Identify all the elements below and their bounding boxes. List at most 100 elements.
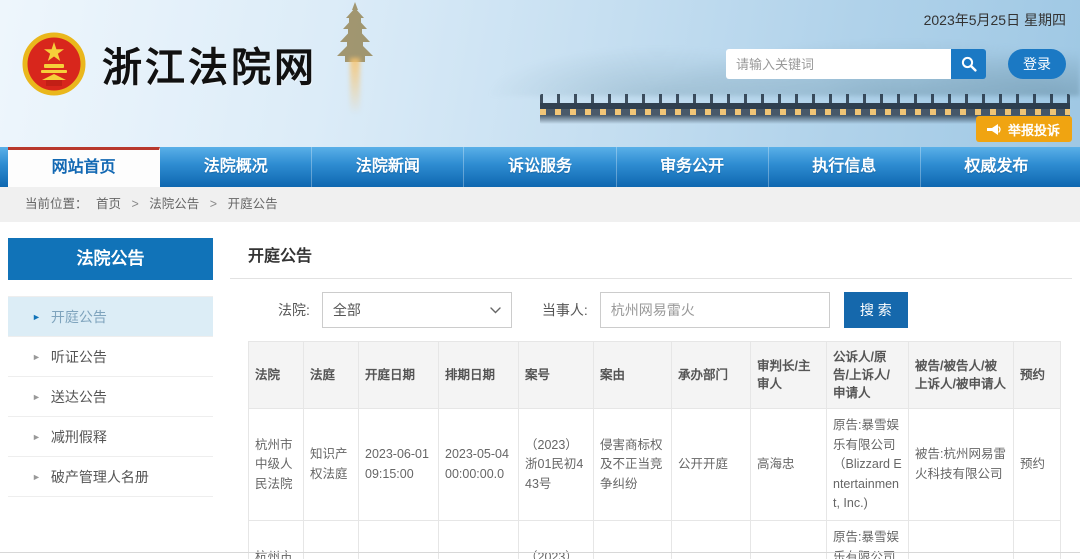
cell-department: 公开开庭	[672, 409, 751, 521]
page-title: 开庭公告	[248, 242, 1072, 266]
sidebar: 法院公告 ► 开庭公告 ► 听证公告 ► 送达公告 ► 减刑假释	[8, 238, 213, 497]
reservation-link[interactable]: 预约	[1014, 409, 1061, 521]
breadcrumb-label: 当前位置：	[25, 197, 88, 211]
court-filter-label: 法院:	[278, 300, 310, 320]
site-header: 浙江法院网 2023年5月25日 星期四 登录 举报投诉	[0, 0, 1080, 147]
th-reservation: 预约	[1014, 342, 1061, 409]
nav-tab-enforcement-info[interactable]: 执行信息	[769, 147, 921, 187]
cell-tribunal: 知识产权法庭	[304, 409, 359, 521]
breadcrumb-hearing-announcements[interactable]: 开庭公告	[228, 197, 278, 211]
header-date: 2023年5月25日 星期四	[924, 10, 1066, 30]
hearing-announcements-table: 法院 法庭 开庭日期 排期日期 案号 案由 承办部门 审判长/主审人 公诉人/原…	[248, 341, 1061, 559]
site-logo[interactable]: 浙江法院网	[22, 32, 317, 96]
sidebar-item-service-announcements[interactable]: ► 送达公告	[8, 377, 213, 417]
nav-tab-judicial-openness[interactable]: 审务公开	[617, 147, 769, 187]
th-hearing-date: 开庭日期	[359, 342, 439, 409]
header-search-area: 登录	[726, 49, 1066, 79]
cell-plaintiff: 原告:暴雪娱乐有限公司（Blizzard Entertainment, Inc.…	[827, 409, 909, 521]
report-complaint-label: 举报投诉	[1008, 120, 1060, 139]
court-select-value: 全部	[333, 300, 361, 320]
chevron-down-icon	[490, 307, 501, 314]
cell-schedule-date: 2023-05-04 00:00:00.0	[439, 521, 519, 559]
th-tribunal: 法庭	[304, 342, 359, 409]
breadcrumb-separator: >	[132, 197, 139, 211]
cell-hearing-date: 2023-06-01 14:30:00	[359, 521, 439, 559]
sidebar-item-commutation-parole[interactable]: ► 减刑假释	[8, 417, 213, 457]
cell-plaintiff: 原告:暴雪娱乐有限公司（Blizzard Entertainment, Inc.…	[827, 521, 909, 559]
page: 浙江法院网 2023年5月25日 星期四 登录 举报投诉 网站首页 法院	[0, 0, 1080, 559]
nav-tab-label: 法院新闻	[356, 158, 420, 175]
cell-cause: 著作权侵权纠纷	[594, 521, 672, 559]
site-title: 浙江法院网	[102, 35, 317, 93]
sidebar-item-label: 送达公告	[51, 387, 107, 407]
cell-tribunal: 知识产权法庭	[304, 521, 359, 559]
triangle-right-icon: ►	[32, 432, 41, 442]
pagoda-silhouette	[334, 2, 376, 62]
th-case-number: 案号	[519, 342, 594, 409]
breadcrumb-home[interactable]: 首页	[96, 197, 121, 211]
party-filter-label: 当事人:	[542, 300, 588, 320]
nav-tab-label: 网站首页	[52, 159, 116, 176]
sidebar-item-label: 开庭公告	[51, 307, 107, 327]
cell-defendant: 被告:杭州网易雷火科技有限公司	[909, 409, 1014, 521]
triangle-right-icon: ►	[32, 392, 41, 402]
breadcrumb: 当前位置： 首页 > 法院公告 > 开庭公告	[0, 187, 1080, 222]
filter-bar: 法院: 全部 当事人: 搜 索	[230, 278, 1072, 341]
nav-tab-court-news[interactable]: 法院新闻	[312, 147, 464, 187]
search-button[interactable]: 搜 索	[844, 292, 908, 328]
th-department: 承办部门	[672, 342, 751, 409]
court-select[interactable]: 全部	[322, 292, 512, 328]
login-button[interactable]: 登录	[1008, 49, 1066, 79]
nav-tab-label: 法院概况	[204, 158, 268, 175]
th-schedule-date: 排期日期	[439, 342, 519, 409]
report-complaint-button[interactable]: 举报投诉	[976, 116, 1072, 142]
sidebar-title: 法院公告	[8, 238, 213, 280]
nav-tab-label: 权威发布	[964, 158, 1028, 175]
table-row: 杭州市中级人民法院 知识产权法庭 2023-06-01 09:15:00 202…	[249, 409, 1061, 521]
cell-case-number: （2023）浙01民初444号	[519, 521, 594, 559]
cell-court: 杭州市中级人民法院	[249, 409, 304, 521]
header-search-button[interactable]	[951, 49, 986, 79]
table-row: 杭州市中级人民法院 知识产权法庭 2023-06-01 14:30:00 202…	[249, 521, 1061, 559]
main-panel: 开庭公告 法院: 全部 当事人: 搜 索	[230, 232, 1072, 559]
national-emblem-icon	[22, 32, 86, 96]
header-search-input[interactable]	[726, 49, 951, 79]
th-plaintiff: 公诉人/原告/上诉人/申请人	[827, 342, 909, 409]
triangle-right-icon: ►	[32, 472, 41, 482]
cell-hearing-date: 2023-06-01 09:15:00	[359, 409, 439, 521]
sidebar-item-label: 破产管理人名册	[51, 467, 149, 487]
sidebar-item-hearing-announcements[interactable]: ► 开庭公告	[8, 297, 213, 337]
th-presiding-judge: 审判长/主审人	[751, 342, 827, 409]
nav-tab-label: 诉讼服务	[508, 158, 572, 175]
sidebar-item-bankruptcy-administrator-roster[interactable]: ► 破产管理人名册	[8, 457, 213, 497]
party-input[interactable]	[600, 292, 830, 328]
search-icon	[961, 56, 977, 72]
nav-tab-litigation-services[interactable]: 诉讼服务	[464, 147, 616, 187]
sidebar-item-label: 减刑假释	[51, 427, 107, 447]
nav-tab-court-overview[interactable]: 法院概况	[160, 147, 312, 187]
cell-defendant: 被告:杭州网易雷火科技有限公司	[909, 521, 1014, 559]
th-court: 法院	[249, 342, 304, 409]
breadcrumb-separator: >	[210, 197, 217, 211]
cell-court: 杭州市中级人民法院	[249, 521, 304, 559]
content-area: 法院公告 ► 开庭公告 ► 听证公告 ► 送达公告 ► 减刑假释	[0, 222, 1080, 559]
table-header-row: 法院 法庭 开庭日期 排期日期 案号 案由 承办部门 审判长/主审人 公诉人/原…	[249, 342, 1061, 409]
megaphone-icon	[986, 123, 1001, 136]
cell-presiding-judge: 高海忠	[751, 409, 827, 521]
cell-presiding-judge: 王玲	[751, 521, 827, 559]
cell-cause: 侵害商标权及不正当竞争纠纷	[594, 409, 672, 521]
breadcrumb-court-announcements[interactable]: 法院公告	[149, 197, 199, 211]
sidebar-item-hearing-notices[interactable]: ► 听证公告	[8, 337, 213, 377]
main-nav: 网站首页 法院概况 法院新闻 诉讼服务 审务公开 执行信息 权威发布	[0, 147, 1080, 187]
nav-tab-label: 执行信息	[812, 158, 876, 175]
th-defendant: 被告/被告人/被上诉人/被申请人	[909, 342, 1014, 409]
th-cause: 案由	[594, 342, 672, 409]
nav-tab-label: 审务公开	[660, 158, 724, 175]
cell-department: 公开开庭	[672, 521, 751, 559]
nav-tab-authoritative-release[interactable]: 权威发布	[921, 147, 1072, 187]
nav-tab-home[interactable]: 网站首页	[8, 147, 160, 187]
sidebar-item-label: 听证公告	[51, 347, 107, 367]
reservation-link[interactable]: 预约	[1014, 521, 1061, 559]
cell-schedule-date: 2023-05-04 00:00:00.0	[439, 409, 519, 521]
footer-divider	[0, 552, 1080, 553]
